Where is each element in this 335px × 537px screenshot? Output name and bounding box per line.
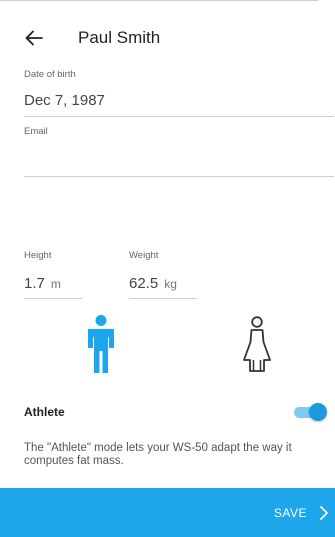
weight-underline (129, 298, 197, 299)
header: Paul Smith (0, 22, 335, 56)
height-field[interactable]: 1.7 m (24, 275, 61, 292)
email-label: Email (24, 126, 48, 137)
female-option[interactable] (237, 316, 277, 373)
athlete-toggle[interactable] (292, 403, 327, 421)
height-value: 1.7 (24, 275, 45, 292)
date-of-birth-field[interactable]: Dec 7, 1987 (24, 92, 105, 109)
date-of-birth-label: Date of birth (24, 69, 76, 80)
weight-unit: kg (164, 277, 177, 291)
weight-field[interactable]: 62.5 kg (129, 275, 177, 292)
height-unit: m (50, 277, 61, 291)
save-label: SAVE (273, 506, 307, 520)
email-underline (24, 176, 334, 177)
weight-value: 62.5 (129, 275, 159, 292)
date-of-birth-underline (24, 116, 334, 117)
email-field[interactable] (24, 150, 334, 170)
weight-label: Weight (129, 250, 159, 261)
back-button[interactable] (22, 26, 46, 50)
male-option[interactable] (85, 315, 117, 373)
athlete-label: Athlete (24, 405, 65, 419)
page-title: Paul Smith (78, 28, 161, 47)
male-figure-icon (88, 315, 114, 373)
chevron-right-icon (320, 506, 328, 520)
height-underline (24, 298, 82, 299)
height-label: Height (24, 250, 52, 261)
arrow-left-icon (25, 30, 43, 46)
athlete-description: The "Athlete" mode lets your WS-50 adapt… (24, 442, 292, 467)
toggle-knob (309, 403, 327, 421)
female-figure-icon (243, 316, 271, 372)
save-button[interactable]: SAVE (0, 488, 335, 537)
top-divider (0, 0, 318, 1)
